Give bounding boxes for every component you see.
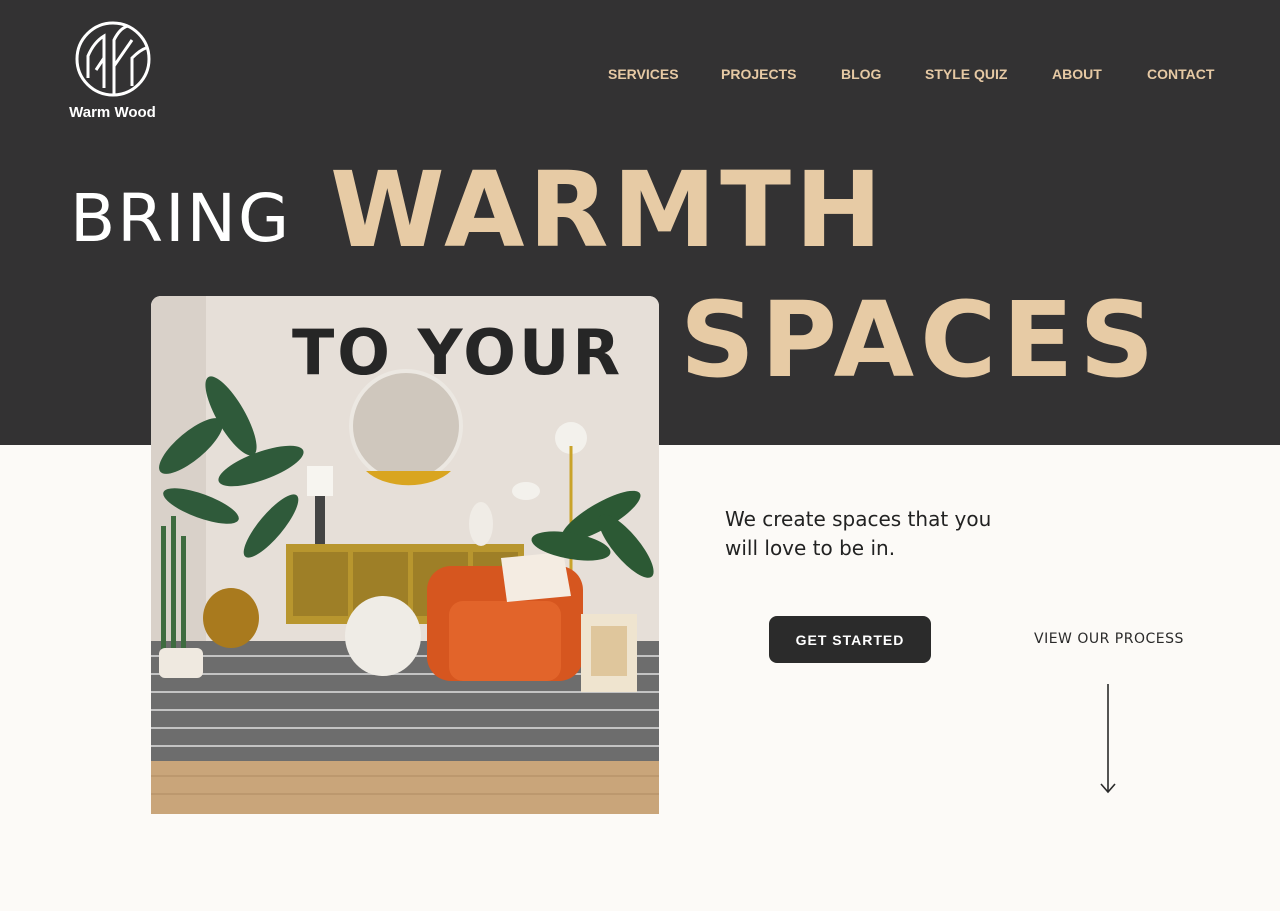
headline-to-your: TO YOUR <box>292 316 624 389</box>
main-nav: SERVICES PROJECTS BLOG STYLE QUIZ ABOUT … <box>0 66 1280 86</box>
hero-tagline: We create spaces that you will love to b… <box>725 507 992 560</box>
nav-contact[interactable]: CONTACT <box>1147 66 1214 82</box>
view-process-link[interactable]: VIEW OUR PROCESS <box>1034 631 1184 647</box>
nav-projects[interactable]: PROJECTS <box>721 66 796 82</box>
circle-leaf-logo-icon <box>75 21 150 97</box>
nav-style-quiz[interactable]: STYLE QUIZ <box>925 66 1007 82</box>
get-started-button[interactable]: GET STARTED <box>769 616 931 663</box>
nav-services[interactable]: SERVICES <box>608 66 679 82</box>
brand-name: Warm Wood <box>69 104 156 121</box>
nav-blog[interactable]: BLOG <box>841 66 881 82</box>
nav-about[interactable]: ABOUT <box>1052 66 1102 82</box>
headline-bring: BRING <box>70 180 292 257</box>
headline-spaces: SPACES <box>680 279 1161 401</box>
headline-warmth: WARMTH <box>330 149 887 271</box>
arrow-down-icon[interactable] <box>1099 684 1117 796</box>
